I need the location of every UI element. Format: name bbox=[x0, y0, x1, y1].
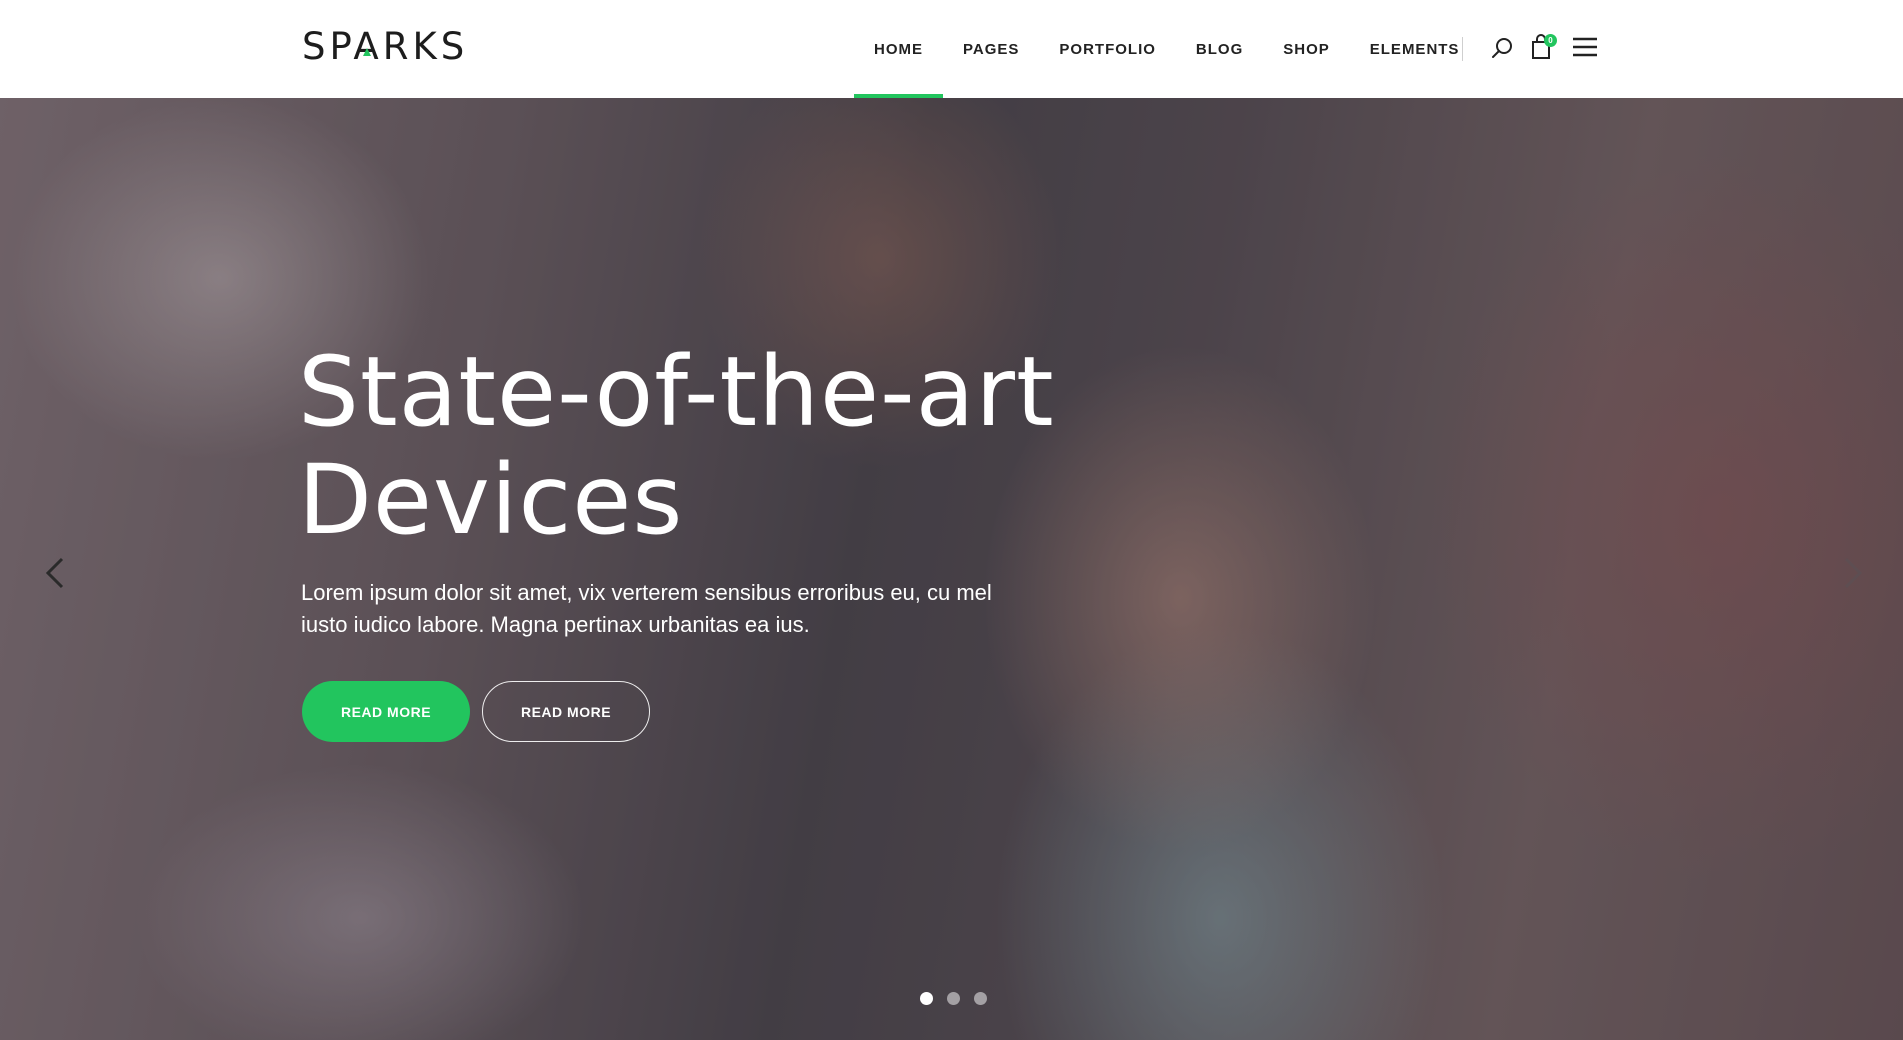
slider-dot-1[interactable] bbox=[920, 992, 933, 1005]
slider-dot-2[interactable] bbox=[947, 992, 960, 1005]
nav-item-portfolio[interactable]: PORTFOLIO bbox=[1039, 0, 1176, 98]
hero-description: Lorem ipsum dolor sit amet, vix verterem… bbox=[301, 580, 992, 637]
nav-item-shop[interactable]: SHOP bbox=[1263, 0, 1350, 98]
hero-title: State-of-the-art Devices bbox=[298, 338, 1118, 554]
search-icon bbox=[1492, 38, 1512, 58]
slider-prev-button[interactable] bbox=[40, 553, 70, 593]
hero-slider: State-of-the-art Devices Lorem ipsum dol… bbox=[0, 98, 1903, 1040]
chevron-right-icon bbox=[1844, 557, 1863, 589]
cart-count-badge: 0 bbox=[1544, 34, 1557, 47]
read-more-primary-button[interactable]: READ MORE bbox=[302, 681, 470, 742]
read-more-outline-button[interactable]: READ MORE bbox=[482, 681, 650, 742]
slider-pagination bbox=[920, 992, 987, 1005]
hero-title-line-1: State-of-the-art bbox=[298, 336, 1055, 448]
chevron-left-icon bbox=[45, 557, 64, 589]
slider-dot-3[interactable] bbox=[974, 992, 987, 1005]
site-header: SPARKS HOME PAGES PORTFOLIO BLOG SHOP EL… bbox=[0, 0, 1903, 98]
search-button[interactable] bbox=[1488, 34, 1516, 62]
nav-item-blog[interactable]: BLOG bbox=[1176, 0, 1263, 98]
site-logo[interactable]: SPARKS bbox=[302, 25, 468, 68]
menu-button[interactable] bbox=[1572, 36, 1598, 58]
hero-title-line-2: Devices bbox=[298, 444, 684, 556]
cart-button[interactable]: 0 bbox=[1528, 32, 1557, 62]
nav-divider bbox=[1462, 37, 1463, 61]
logo-text: SPARKS bbox=[302, 24, 469, 68]
hamburger-menu-icon bbox=[1573, 37, 1597, 57]
hero-background-image bbox=[0, 98, 1903, 1040]
slider-next-button[interactable] bbox=[1838, 553, 1868, 593]
main-nav: HOME PAGES PORTFOLIO BLOG SHOP ELEMENTS bbox=[854, 0, 1479, 98]
nav-item-pages[interactable]: PAGES bbox=[943, 0, 1039, 98]
nav-item-home[interactable]: HOME bbox=[854, 0, 943, 98]
nav-item-elements[interactable]: ELEMENTS bbox=[1350, 0, 1480, 98]
logo-accent-triangle bbox=[363, 48, 371, 56]
